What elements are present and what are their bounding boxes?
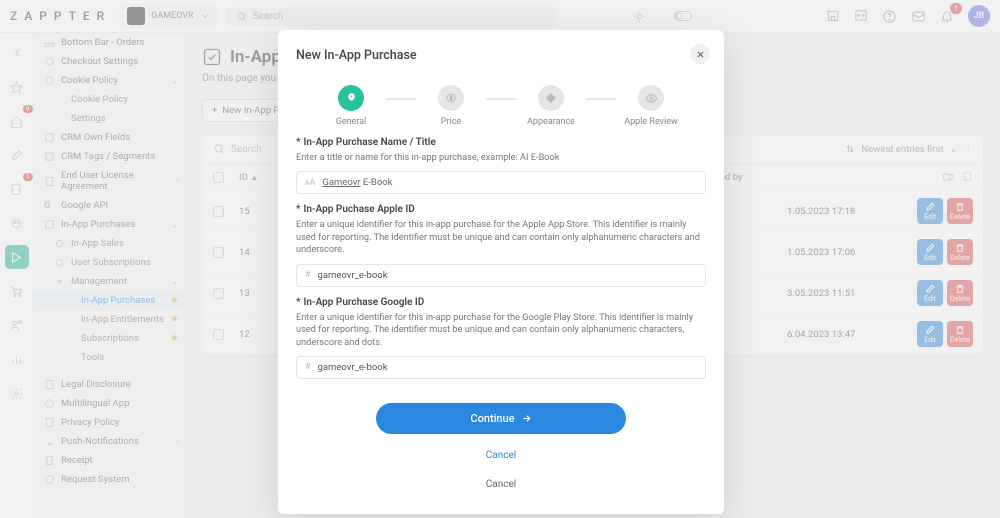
google-id-help: Enter a unique identifier for this in-ap…: [296, 312, 706, 349]
apple-id-input-wrapper[interactable]: #: [296, 264, 706, 287]
cancel-link[interactable]: Cancel: [296, 450, 706, 461]
eye-icon: [645, 92, 658, 105]
new-purchase-modal: New In-App Purchase General $ Price Appe…: [278, 30, 724, 514]
step-general[interactable]: General: [316, 85, 386, 127]
tag-icon: [545, 92, 557, 104]
continue-button[interactable]: Continue: [376, 403, 626, 434]
google-id-input[interactable]: [318, 362, 697, 373]
close-icon: [696, 50, 705, 59]
rocket-icon: [345, 92, 358, 105]
modal-stepper: General $ Price Appearance Apple Review: [296, 85, 706, 127]
apple-id-input[interactable]: [318, 270, 697, 281]
modal-close-button[interactable]: [690, 44, 710, 64]
name-input-wrapper[interactable]: ᴀA Gameovr E-Book: [296, 171, 706, 194]
modal-title: New In-App Purchase: [296, 48, 706, 63]
step-price[interactable]: $ Price: [416, 85, 486, 127]
step-appearance[interactable]: Appearance: [516, 85, 586, 127]
google-id-label: In-App Purchase Google ID: [296, 297, 706, 308]
field-apple-id: In-App Puchase Apple ID Enter a unique i…: [296, 204, 706, 286]
text-icon: ᴀA: [305, 177, 315, 188]
cancel-link-secondary[interactable]: Cancel: [296, 479, 706, 490]
apple-id-label: In-App Puchase Apple ID: [296, 204, 706, 215]
name-help: Enter a title or name for this in-app pu…: [296, 152, 706, 164]
svg-text:$: $: [450, 95, 453, 102]
price-icon: $: [445, 92, 457, 104]
name-label: In-App Purchase Name / Title: [296, 137, 706, 148]
name-input[interactable]: Gameovr E-Book: [322, 177, 392, 188]
field-name: In-App Purchase Name / Title Enter a tit…: [296, 137, 706, 194]
hash-icon: #: [305, 362, 311, 372]
step-apple-review[interactable]: Apple Review: [616, 85, 686, 127]
arrow-right-icon: [521, 413, 532, 424]
apple-id-help: Enter a unique identifier for this in-ap…: [296, 219, 706, 256]
google-id-input-wrapper[interactable]: #: [296, 356, 706, 379]
hash-icon: #: [305, 270, 311, 280]
field-google-id: In-App Purchase Google ID Enter a unique…: [296, 297, 706, 379]
